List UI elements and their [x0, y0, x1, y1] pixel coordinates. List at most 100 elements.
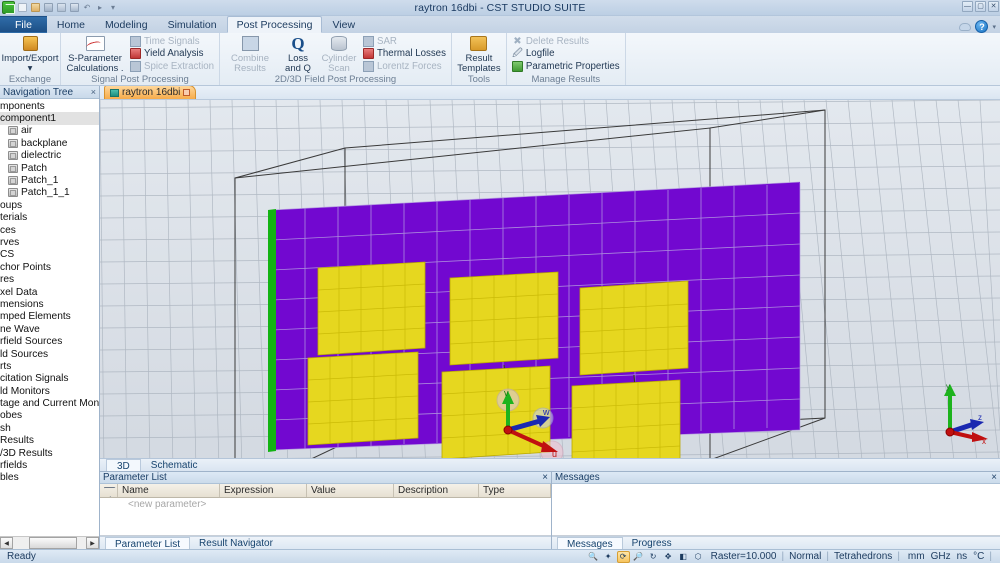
- tree-item[interactable]: rfields: [0, 459, 99, 471]
- navigation-tree[interactable]: mponents component1 air backplane dielectric…: [0, 99, 99, 536]
- tree-item[interactable]: mped Elements: [0, 311, 99, 323]
- workspace: Navigation Tree × mponents component1 air b…: [0, 85, 1000, 550]
- combine-results-button[interactable]: Combine Results: [223, 34, 277, 74]
- tree-item[interactable]: terials: [0, 212, 99, 224]
- parameter-grid-header: Name Expression Value Description Type: [100, 484, 551, 498]
- document-tab-raytron[interactable]: raytron 16dbi: [104, 85, 197, 99]
- refresh-icon[interactable]: ↻: [647, 551, 660, 563]
- column-header-description[interactable]: Description: [394, 484, 479, 497]
- minimize-button[interactable]: —: [962, 1, 973, 12]
- parametric-properties-button[interactable]: Parametric Properties: [510, 60, 622, 73]
- tree-item[interactable]: air: [0, 125, 99, 137]
- ribbon-tab-simulation[interactable]: Simulation: [158, 16, 227, 33]
- close-button[interactable]: ✕: [988, 1, 999, 12]
- messages-close-icon[interactable]: ×: [991, 472, 997, 483]
- tree-item[interactable]: Patch: [0, 162, 99, 174]
- yield-analysis-button[interactable]: Yield Analysis: [128, 48, 216, 61]
- import-export-dropdown[interactable]: ▾: [28, 64, 33, 74]
- result-templates-button[interactable]: Result Templates: [455, 34, 503, 74]
- ribbon-tab-view[interactable]: View: [322, 16, 365, 33]
- tree-item[interactable]: chor Points: [0, 261, 99, 273]
- ribbon-tab-home[interactable]: Home: [47, 16, 95, 33]
- delete-results-button[interactable]: ✖ Delete Results: [510, 35, 622, 48]
- tree-item[interactable]: ces: [0, 224, 99, 236]
- thermal-losses-button[interactable]: Thermal Losses: [361, 48, 448, 61]
- tree-item[interactable]: backplane: [0, 137, 99, 149]
- parameter-list-close-icon[interactable]: ×: [542, 472, 548, 483]
- ribbon-tab-modeling[interactable]: Modeling: [95, 16, 158, 33]
- parameter-grid-body[interactable]: <new parameter>: [100, 498, 551, 536]
- scroll-left-icon[interactable]: ◀: [0, 537, 13, 549]
- scroll-thumb[interactable]: [29, 537, 77, 549]
- time-signals-label: Time Signals: [144, 35, 200, 47]
- tree-item[interactable]: dielectric: [0, 150, 99, 162]
- column-header-value[interactable]: Value: [307, 484, 394, 497]
- dock-tab-parameter-list[interactable]: Parameter List: [105, 536, 191, 550]
- time-signals-button[interactable]: Time Signals: [128, 35, 216, 48]
- s-parameter-calculations-button[interactable]: S-Parameter Calculations .: [64, 34, 126, 74]
- ribbon-tab-post-processing[interactable]: Post Processing: [226, 16, 323, 33]
- navigation-tree-hscrollbar[interactable]: ◀ ▶: [0, 536, 99, 549]
- column-header-name[interactable]: Name: [118, 484, 220, 497]
- column-header-expression[interactable]: Expression: [220, 484, 307, 497]
- view-tool-icons[interactable]: 🔍 ✦ ⟳ 🔎 ↻ ✥ ◧ ⬡: [587, 550, 705, 563]
- sparkle-icon[interactable]: ✦: [602, 551, 615, 563]
- tree-item[interactable]: Results: [0, 435, 99, 447]
- filter-icon[interactable]: [100, 484, 118, 497]
- tree-item-label: /3D Results: [0, 447, 53, 459]
- tree-item[interactable]: res: [0, 273, 99, 285]
- tree-item[interactable]: tage and Current Monito: [0, 397, 99, 409]
- sar-button[interactable]: SAR: [361, 35, 448, 48]
- tree-item[interactable]: ne Wave: [0, 323, 99, 335]
- cylinder-scan-button[interactable]: Cylinder Scan: [319, 34, 359, 74]
- tree-item[interactable]: bles: [0, 472, 99, 484]
- view-tab-schematic[interactable]: Schematic: [141, 459, 208, 472]
- zoom-in-icon[interactable]: 🔎: [632, 551, 645, 563]
- window-controls[interactable]: — ▢ ✕: [962, 1, 999, 12]
- dock-tab-messages[interactable]: Messages: [557, 536, 623, 550]
- lorentz-forces-button[interactable]: Lorentz Forces: [361, 60, 448, 73]
- column-header-type[interactable]: Type: [479, 484, 551, 497]
- tree-item[interactable]: rfield Sources: [0, 335, 99, 347]
- tree-item[interactable]: xel Data: [0, 286, 99, 298]
- dock-tab-result-navigator[interactable]: Result Navigator: [190, 537, 282, 550]
- tree-item[interactable]: Patch_1_1: [0, 187, 99, 199]
- tree-item[interactable]: /3D Results: [0, 447, 99, 459]
- bbox-icon[interactable]: ⬡: [692, 551, 705, 563]
- document-tab-close-icon[interactable]: [183, 89, 191, 96]
- navigation-tree-close-icon[interactable]: ×: [91, 87, 96, 97]
- help-icon[interactable]: ?: [975, 20, 989, 33]
- pick-icon[interactable]: ◧: [677, 551, 690, 563]
- tree-item[interactable]: mensions: [0, 298, 99, 310]
- maximize-button[interactable]: ▢: [975, 1, 986, 12]
- tree-item[interactable]: ld Monitors: [0, 385, 99, 397]
- logfile-button[interactable]: 🖉 Logfile: [510, 48, 622, 61]
- ribbon-collapse-icon[interactable]: ▾: [992, 23, 996, 31]
- zoom-icon[interactable]: 🔍: [587, 551, 600, 563]
- tree-item[interactable]: rts: [0, 360, 99, 372]
- spice-extraction-button[interactable]: Spice Extraction: [128, 60, 216, 73]
- 3d-viewport[interactable]: v w u y z x: [100, 100, 1000, 458]
- tree-item[interactable]: Patch_1: [0, 174, 99, 186]
- cloud-icon[interactable]: [959, 22, 972, 31]
- ribbon-tab-file[interactable]: File: [0, 16, 47, 33]
- tree-item[interactable]: CS: [0, 249, 99, 261]
- view-tab-3d[interactable]: 3D: [106, 458, 141, 472]
- scroll-track[interactable]: [13, 537, 86, 549]
- new-parameter-row[interactable]: <new parameter>: [100, 498, 551, 511]
- rotate-icon[interactable]: ⟳: [616, 550, 630, 563]
- tree-item[interactable]: sh: [0, 422, 99, 434]
- import-export-button[interactable]: Import/Export ▾: [1, 34, 59, 74]
- move-icon[interactable]: ✥: [662, 551, 675, 563]
- tree-item[interactable]: ld Sources: [0, 348, 99, 360]
- tree-item[interactable]: citation Signals: [0, 373, 99, 385]
- dock-tab-progress[interactable]: Progress: [623, 537, 681, 550]
- tree-item[interactable]: component1: [0, 112, 99, 125]
- messages-body[interactable]: [552, 484, 1000, 536]
- tree-item[interactable]: mponents: [0, 100, 99, 112]
- loss-and-q-button[interactable]: Q Loss and Q: [279, 34, 317, 74]
- tree-item[interactable]: oups: [0, 199, 99, 211]
- tree-item[interactable]: rves: [0, 236, 99, 248]
- tree-item[interactable]: obes: [0, 410, 99, 422]
- scroll-right-icon[interactable]: ▶: [86, 537, 99, 549]
